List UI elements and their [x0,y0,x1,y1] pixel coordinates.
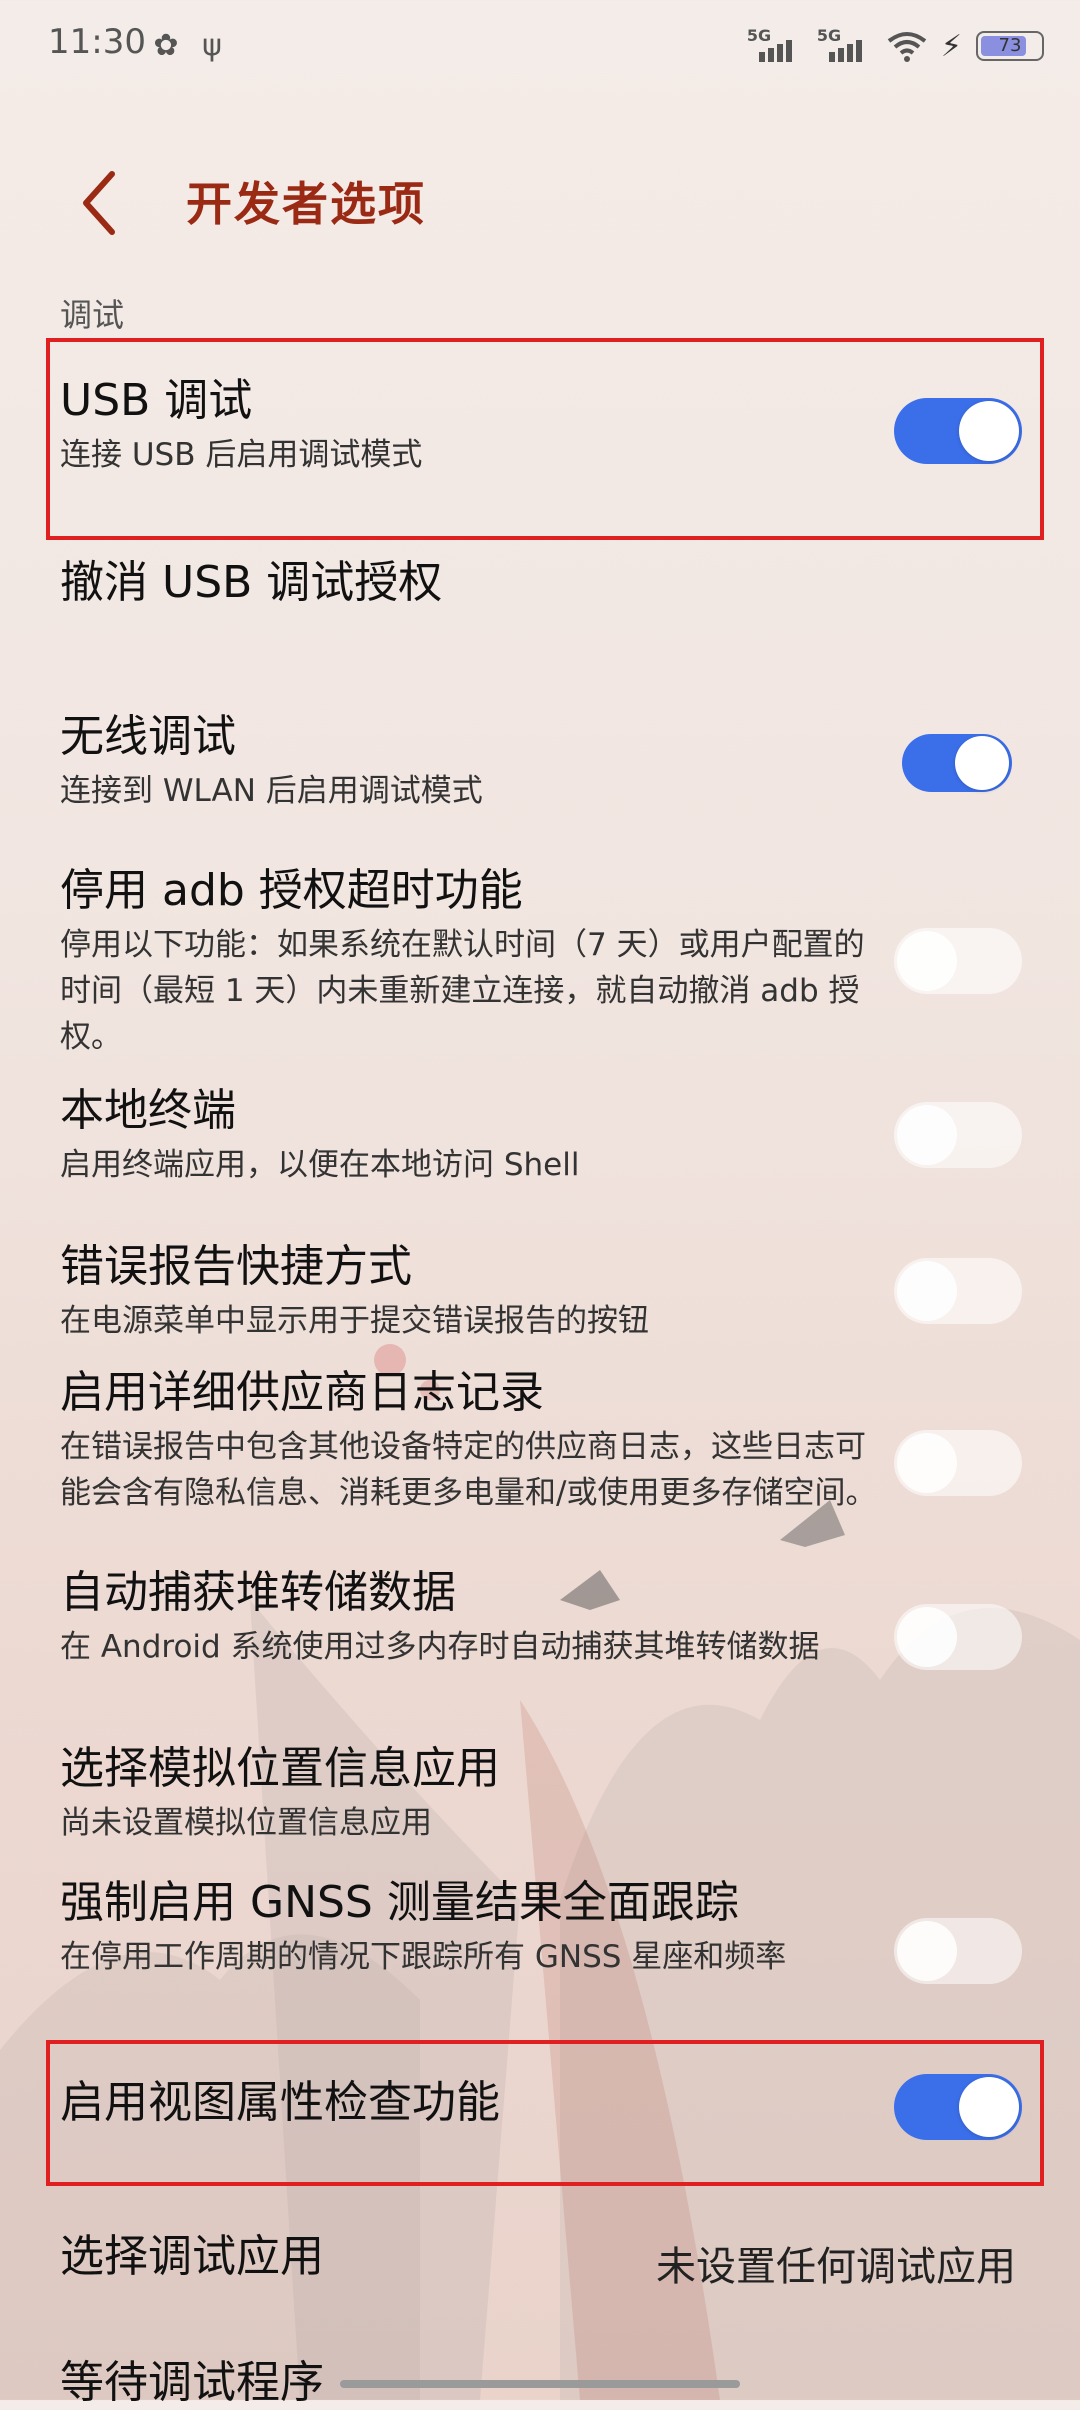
setting-mock-location-app[interactable]: 选择模拟位置信息应用 尚未设置模拟位置信息应用 [60,1742,1020,1846]
setting-title: 选择模拟位置信息应用 [60,1743,500,1794]
signal-1-icon: 5G [747,26,803,66]
setting-subtitle: 尚未设置模拟位置信息应用 [60,1805,432,1841]
setting-title: USB 调试 [60,375,253,426]
view-attribute-inspection-toggle[interactable] [894,2074,1022,2140]
setting-title: 自动捕获堆转储数据 [60,1567,456,1618]
charging-icon: ⚡ [940,28,962,64]
setting-subtitle: 在错误报告中包含其他设备特定的供应商日志，这些日志可能会含有隐私信息、消耗更多电… [60,1429,877,1511]
disable-adb-timeout-toggle[interactable] [894,928,1022,994]
setting-title: 无线调试 [60,711,236,762]
usb-debugging-toggle[interactable] [894,398,1022,464]
setting-bugreport-shortcut[interactable]: 错误报告快捷方式 在电源菜单中显示用于提交错误报告的按钮 [60,1240,1020,1344]
setting-subtitle: 启用终端应用，以便在本地访问 Shell [60,1147,580,1183]
setting-title: 停用 adb 授权超时功能 [60,865,523,916]
status-bar: 11:30 ✿ ψ 5G 5G ⚡ 73 [0,0,1080,100]
setting-subtitle: 在停用工作周期的情况下跟踪所有 GNSS 星座和频率 [60,1939,787,1975]
back-arrow-icon[interactable] [72,168,132,238]
status-time: 11:30 [48,22,146,62]
signal-2-icon: 5G [817,26,873,66]
setting-subtitle: 在电源菜单中显示用于提交错误报告的按钮 [60,1303,649,1339]
setting-title: 启用详细供应商日志记录 [60,1367,544,1418]
local-terminal-toggle[interactable] [894,1102,1022,1168]
setting-wireless-debugging[interactable]: 无线调试 连接到 WLAN 后启用调试模式 [60,710,1020,814]
setting-subtitle: 停用以下功能：如果系统在默认时间（7 天）或用户配置的时间（最短 1 天）内未重… [60,927,865,1055]
setting-disable-adb-timeout[interactable]: 停用 adb 授权超时功能 停用以下功能：如果系统在默认时间（7 天）或用户配置… [60,864,1020,1060]
bugreport-shortcut-toggle[interactable] [894,1258,1022,1324]
auto-heap-dump-toggle[interactable] [894,1604,1022,1670]
wireless-debugging-toggle[interactable] [902,734,1012,792]
setting-title: 启用视图属性检查功能 [60,2077,500,2128]
setting-verbose-vendor-logging[interactable]: 启用详细供应商日志记录 在错误报告中包含其他设备特定的供应商日志，这些日志可能会… [60,1366,1020,1516]
verbose-vendor-logging-toggle[interactable] [894,1430,1022,1496]
setting-auto-heap-dump[interactable]: 自动捕获堆转储数据 在 Android 系统使用过多内存时自动捕获其堆转储数据 [60,1566,1020,1670]
setting-view-attribute-inspection[interactable]: 启用视图属性检查功能 [60,2076,1020,2130]
setting-local-terminal[interactable]: 本地终端 启用终端应用，以便在本地访问 Shell [60,1084,1020,1188]
setting-force-gnss-tracking[interactable]: 强制启用 GNSS 测量结果全面跟踪 在停用工作周期的情况下跟踪所有 GNSS … [60,1876,1020,1980]
setting-revoke-usb-auth[interactable]: 撤消 USB 调试授权 [60,556,1020,610]
wechat-icon: ✿ [153,28,179,63]
battery-icon: 73 [976,31,1044,61]
setting-subtitle: 在 Android 系统使用过多内存时自动捕获其堆转储数据 [60,1629,820,1665]
debug-app-value: 未设置任何调试应用 [656,2244,1016,2290]
setting-title: 撤消 USB 调试授权 [60,557,443,608]
usb-icon: ψ [202,28,222,63]
setting-usb-debugging[interactable]: USB 调试 连接 USB 后启用调试模式 [60,374,1020,478]
section-header-debug: 调试 [60,296,125,334]
setting-title: 错误报告快捷方式 [60,1241,412,1292]
setting-subtitle: 连接到 WLAN 后启用调试模式 [60,773,483,809]
setting-subtitle: 连接 USB 后启用调试模式 [60,437,423,473]
force-gnss-tracking-toggle[interactable] [894,1918,1022,1984]
setting-title: 强制启用 GNSS 测量结果全面跟踪 [60,1877,739,1928]
setting-title: 本地终端 [60,1085,236,1136]
home-indicator[interactable] [340,2380,740,2388]
page-title: 开发者选项 [186,177,426,231]
wifi-icon [887,32,927,62]
